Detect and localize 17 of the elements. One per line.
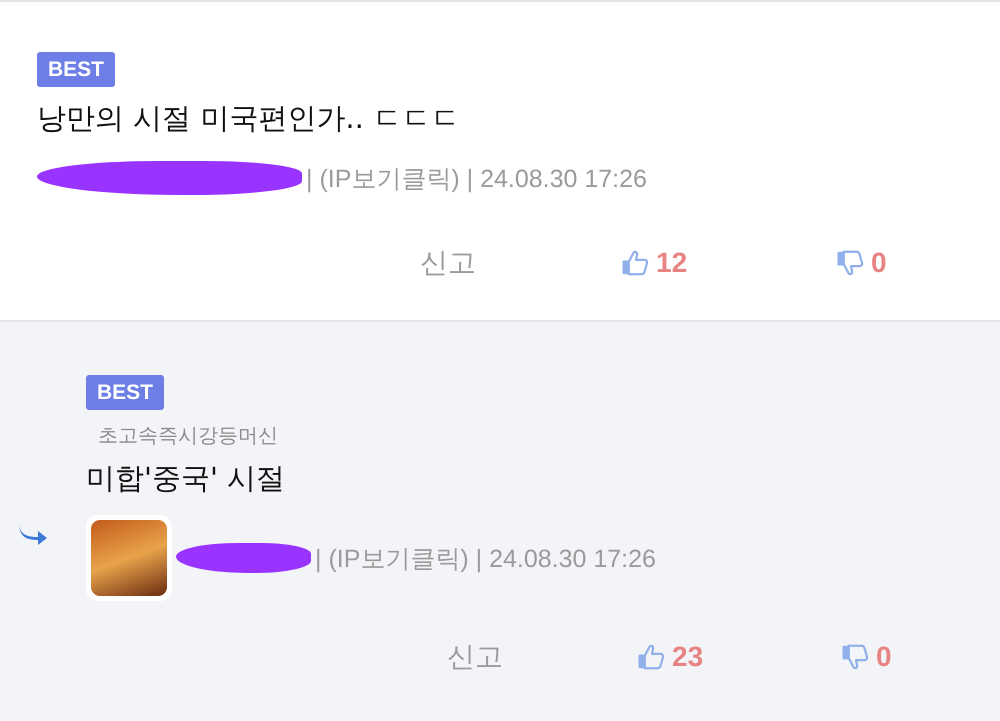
thumbs-down-icon[interactable] — [835, 248, 865, 278]
thumbs-down-icon[interactable] — [840, 642, 870, 672]
thumbs-up-icon[interactable] — [620, 248, 650, 278]
report-button[interactable]: 신고 — [447, 638, 636, 676]
report-button[interactable]: 신고 — [420, 244, 620, 282]
comment-meta: | (IP보기클릭) | 24.08.30 17:26 — [315, 544, 656, 574]
thumbs-up-icon[interactable] — [636, 642, 666, 672]
comment-text: 미합'중국' 시절 — [86, 460, 286, 497]
dislike-count: 0 — [871, 247, 887, 279]
reply-to-name[interactable]: 초고속즉시강등머신 — [98, 422, 1000, 449]
dislike-count: 0 — [876, 641, 892, 673]
comment-text: 낭만의 시절 미국편인가.. ㄷㄷㄷ — [37, 100, 462, 137]
like-count: 12 — [656, 247, 688, 279]
best-badge: BEST — [86, 375, 164, 410]
best-badge: BEST — [37, 52, 116, 87]
comment-meta: | (IP보기클릭) | 24.08.30 17:26 — [306, 164, 647, 194]
like-count: 23 — [672, 641, 704, 673]
